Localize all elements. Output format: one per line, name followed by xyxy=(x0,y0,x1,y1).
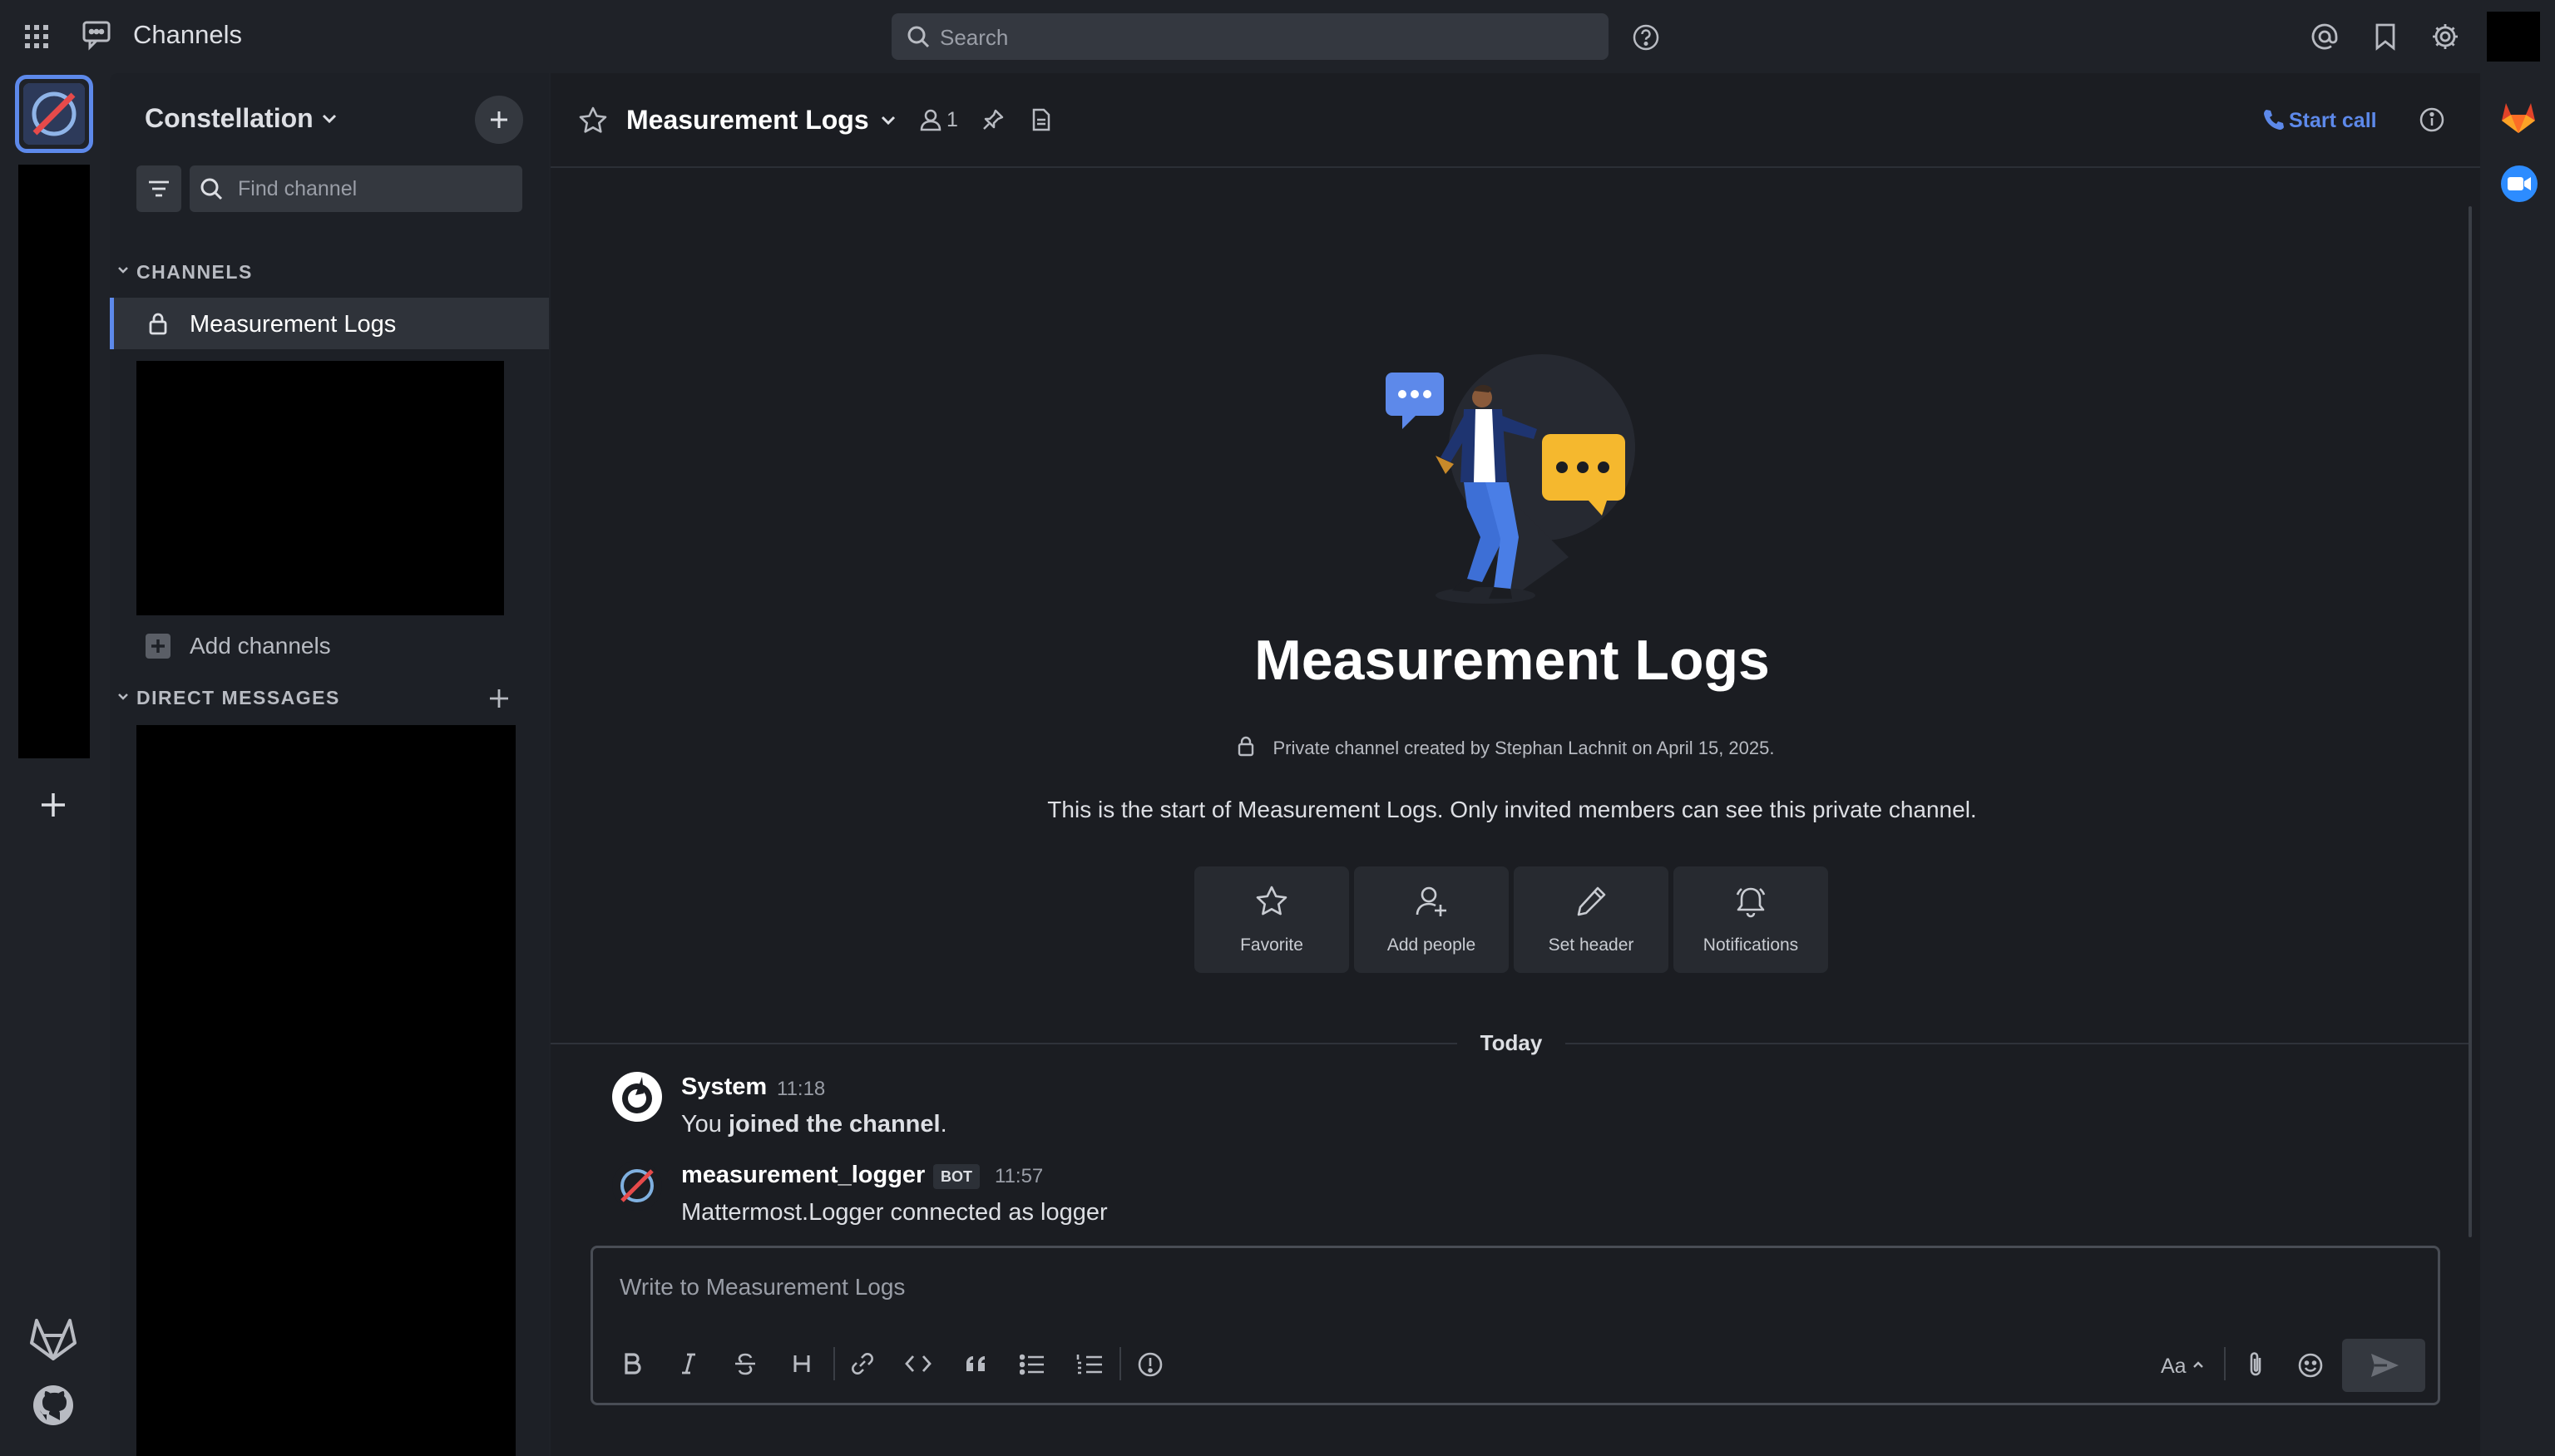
member-count[interactable]: 1 xyxy=(946,108,958,132)
quote-icon[interactable] xyxy=(965,1355,988,1373)
pencil-icon xyxy=(1574,885,1608,918)
emoji-picker-icon[interactable] xyxy=(2297,1352,2324,1379)
direct-messages-section-header[interactable]: DIRECT MESSAGES xyxy=(136,687,340,709)
action-label: Favorite xyxy=(1240,935,1303,955)
composer-placeholder: Write to Measurement Logs xyxy=(620,1274,906,1300)
post-time[interactable]: 11:57 xyxy=(995,1165,1043,1188)
pin-icon[interactable] xyxy=(981,108,1005,131)
phone-icon[interactable] xyxy=(2262,108,2284,130)
channel-intro-illustration xyxy=(1377,349,1648,607)
post-author[interactable]: measurement_logger xyxy=(681,1162,925,1189)
date-separator-label: Today xyxy=(1480,1030,1543,1055)
add-channel-button[interactable] xyxy=(475,96,523,144)
date-separator-line xyxy=(1565,1043,2469,1044)
start-call-button[interactable]: Start call xyxy=(2289,109,2377,133)
toolbar-divider xyxy=(1119,1347,1121,1380)
post-message: You joined the channel. xyxy=(681,1111,947,1138)
priority-alert-icon[interactable] xyxy=(1138,1352,1163,1377)
post-message: Mattermost.Logger connected as logger xyxy=(681,1199,1108,1226)
channel-files-icon[interactable] xyxy=(1031,108,1051,131)
italic-icon[interactable] xyxy=(679,1352,699,1375)
channels-section-header[interactable]: CHANNELS xyxy=(136,261,253,284)
bot-badge: BOT xyxy=(933,1164,980,1189)
post-text: You xyxy=(681,1111,729,1138)
numbered-list-icon[interactable] xyxy=(1076,1353,1103,1376)
favorite-action-button[interactable]: Favorite xyxy=(1194,866,1349,973)
channel-info-icon[interactable] xyxy=(2419,106,2445,133)
chevron-down-icon[interactable] xyxy=(117,266,129,274)
chevron-down-icon[interactable] xyxy=(880,115,897,126)
redacted-channels xyxy=(136,361,504,615)
help-icon[interactable] xyxy=(1632,23,1660,52)
channel-filter-button[interactable] xyxy=(136,165,181,212)
intro-creation-info: Private channel created by Stephan Lachn… xyxy=(1273,738,1775,758)
attachment-paperclip-icon[interactable] xyxy=(2246,1350,2266,1379)
favorite-star-icon[interactable] xyxy=(579,106,607,133)
add-people-action-button[interactable]: Add people xyxy=(1354,866,1509,973)
bold-icon[interactable] xyxy=(622,1352,642,1375)
channels-product-icon xyxy=(82,20,116,52)
gitlab-fox-icon[interactable] xyxy=(2500,100,2537,135)
toolbar-divider xyxy=(2224,1347,2226,1380)
notifications-action-button[interactable]: Notifications xyxy=(1673,866,1828,973)
message-list-scrollbar[interactable] xyxy=(2469,206,2472,1237)
add-channels-link[interactable]: Add channels xyxy=(190,633,331,659)
github-app-icon[interactable] xyxy=(32,1384,75,1427)
code-icon[interactable] xyxy=(905,1353,932,1375)
add-team-plus-icon[interactable] xyxy=(40,792,67,818)
team-icon[interactable] xyxy=(23,83,85,145)
redacted-teams xyxy=(18,165,90,758)
member-icon[interactable] xyxy=(920,108,941,131)
post-text-bold: joined the channel xyxy=(729,1111,941,1138)
product-name[interactable]: Channels xyxy=(133,20,242,50)
bell-icon xyxy=(1734,885,1767,918)
channel-header-divider xyxy=(551,166,2480,168)
settings-gear-icon[interactable] xyxy=(2430,22,2460,52)
app-bar xyxy=(2482,73,2555,1456)
search-placeholder: Search xyxy=(940,25,1009,50)
set-header-action-button[interactable]: Set header xyxy=(1514,866,1668,973)
user-avatar-redacted[interactable] xyxy=(2487,12,2540,62)
strikethrough-icon[interactable] xyxy=(734,1352,757,1375)
post-text: . xyxy=(940,1111,947,1138)
zoom-video-icon[interactable] xyxy=(2500,165,2538,203)
search-icon xyxy=(907,25,930,48)
post-author[interactable]: System xyxy=(681,1073,767,1101)
search-icon xyxy=(200,177,223,200)
gitlab-app-icon[interactable] xyxy=(28,1315,78,1362)
chevron-down-icon[interactable] xyxy=(321,113,338,125)
date-separator-line xyxy=(551,1043,1457,1044)
system-avatar[interactable] xyxy=(610,1070,664,1123)
bullet-list-icon[interactable] xyxy=(1020,1354,1045,1375)
sidebar-item-label: Measurement Logs xyxy=(190,311,397,338)
heading-icon[interactable] xyxy=(792,1352,812,1375)
chevron-up-icon[interactable] xyxy=(2192,1360,2204,1369)
post-time[interactable]: 11:18 xyxy=(777,1078,825,1101)
formatting-toggle[interactable]: Aa xyxy=(2161,1355,2187,1379)
send-button[interactable] xyxy=(2342,1339,2425,1392)
intro-description: This is the start of Measurement Logs. O… xyxy=(1047,797,1977,822)
add-square-icon[interactable] xyxy=(145,633,171,659)
bot-avatar[interactable] xyxy=(610,1159,664,1212)
find-channel-placeholder: Find channel xyxy=(238,177,358,200)
action-label: Add people xyxy=(1386,935,1476,955)
saved-messages-icon[interactable] xyxy=(2373,22,2398,51)
chevron-down-icon[interactable] xyxy=(117,693,129,701)
add-dm-plus-icon[interactable] xyxy=(489,689,509,708)
add-user-icon xyxy=(1415,885,1448,918)
message-composer[interactable] xyxy=(591,1246,2440,1405)
product-menu-icon[interactable] xyxy=(23,23,50,50)
star-icon xyxy=(1255,885,1288,918)
redacted-direct-messages xyxy=(136,725,516,1456)
link-icon[interactable] xyxy=(850,1351,875,1376)
intro-channel-title: Measurement Logs xyxy=(1254,629,1770,692)
mentions-icon[interactable] xyxy=(2310,22,2339,51)
lock-icon xyxy=(148,311,168,336)
action-label: Notifications xyxy=(1703,935,1799,955)
toolbar-divider xyxy=(833,1347,835,1380)
action-label: Set header xyxy=(1548,935,1634,955)
team-name-menu[interactable]: Constellation xyxy=(145,103,314,134)
channel-header-title[interactable]: Measurement Logs xyxy=(626,105,869,136)
